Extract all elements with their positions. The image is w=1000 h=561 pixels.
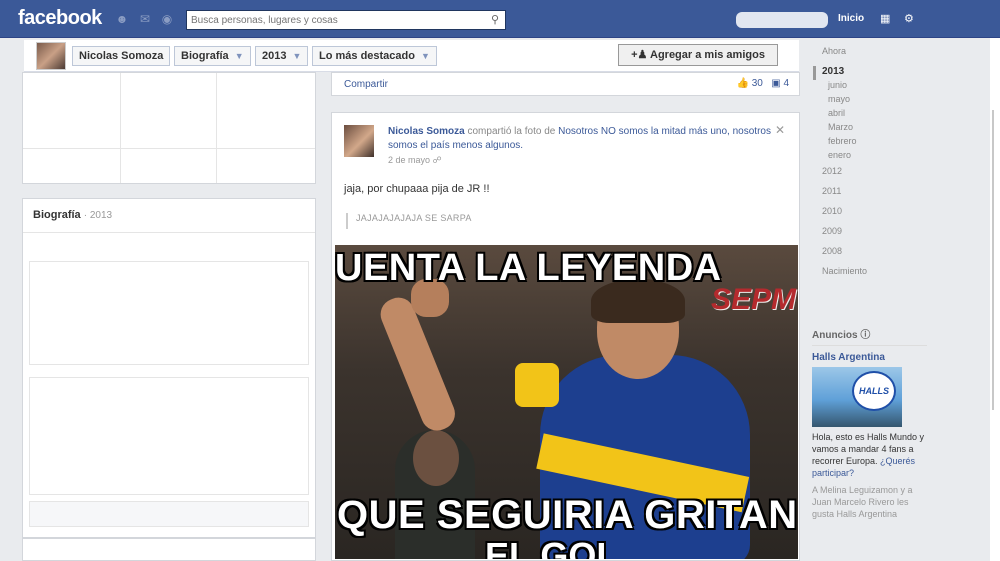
search-box: ⚲ [186, 10, 506, 30]
biography-section [29, 261, 309, 365]
meme-top-caption: UENTA LA LEYENDA [335, 247, 722, 289]
biography-header: Biografía · 2013 [23, 199, 315, 233]
messages-icon[interactable]: ✉ [138, 12, 152, 26]
timeline-month[interactable]: mayo [828, 94, 850, 104]
scrollbar[interactable] [992, 110, 994, 410]
friends-icon[interactable]: ▦ [880, 12, 890, 25]
left-column-box [22, 538, 316, 561]
author-avatar[interactable] [344, 125, 374, 157]
ad-social-context: A Melina Leguizamon y a Juan Marcelo Riv… [812, 485, 913, 519]
player-sleeve [515, 363, 559, 407]
add-friend-button[interactable]: +♟ Agregar a mis amigos [618, 44, 778, 66]
photo-watermark: SEPM [710, 283, 796, 316]
year-label: 2013 [262, 50, 287, 62]
profile-name: Nicolas Somoza [79, 50, 164, 62]
timeline-post: Nicolas Somoza compartió la foto de Noso… [331, 112, 800, 561]
add-friend-icon: +♟ [631, 49, 650, 61]
shared-photo[interactable]: SEPM UENTA LA LEYENDA QUE SEGUIRIA GRITA… [335, 245, 798, 559]
notifications-icon[interactable]: ◉ [160, 12, 174, 26]
meme-bottom-caption: QUE SEGUIRIA GRITANDO [337, 493, 798, 537]
timeline-item[interactable]: 2011 [822, 186, 841, 196]
biography-section [29, 501, 309, 527]
ads-title-label: Anuncios [812, 330, 858, 341]
timeline-item[interactable]: 2008 [822, 246, 842, 256]
top-navigation-bar: facebook ☻ ✉ ◉ ⚲ Inicio ▦ ⚙ [0, 0, 1000, 38]
background-head [413, 430, 459, 486]
timeline-item[interactable]: 2009 [822, 226, 842, 236]
biography-label: Biografía [181, 50, 229, 62]
search-input[interactable] [187, 11, 477, 29]
year-dropdown[interactable]: 2013 ▼ [255, 46, 309, 66]
comment-icon[interactable]: ▣ [771, 78, 780, 89]
previous-post-actions: Compartir 👍 30 ▣ 4 [331, 72, 800, 96]
photo-tile[interactable] [23, 73, 121, 149]
ad-body: Hola, esto es Halls Mundo y vamos a mand… [812, 431, 927, 479]
profile-name-button[interactable]: Nicolas Somoza [72, 46, 171, 66]
photo-tile[interactable] [121, 73, 217, 149]
chevron-down-icon: ▼ [234, 51, 244, 61]
search-icon[interactable]: ⚲ [491, 13, 499, 26]
ads-title: Anuncios ⓘ [812, 326, 927, 346]
ad-image[interactable]: HALLS [812, 367, 902, 427]
meme-bottom-caption-2: EL GOL [485, 535, 619, 559]
home-link[interactable]: Inicio [838, 13, 864, 24]
profile-name-redacted[interactable] [736, 12, 828, 28]
biography-section [29, 377, 309, 495]
post-counters: 👍 30 ▣ 4 [737, 78, 790, 89]
post-author[interactable]: Nicolas Somoza [388, 126, 465, 137]
timeline-item[interactable]: 2010 [822, 206, 842, 216]
close-icon[interactable]: ✕ [775, 123, 785, 137]
timeline-month[interactable]: Marzo [828, 122, 853, 132]
highlights-label: Lo más destacado [319, 50, 415, 62]
timeline-name-bar: Nicolas Somoza Biografía ▼ 2013 ▼ Lo más d… [24, 40, 799, 72]
post-header: Nicolas Somoza compartió la foto de Noso… [388, 125, 778, 153]
biography-title[interactable]: Biografía [33, 209, 81, 221]
add-friend-label: Agregar a mis amigos [650, 49, 765, 61]
timeline-item[interactable]: Nacimiento [822, 266, 867, 276]
photo-grid [22, 72, 316, 184]
biography-box: Biografía · 2013 [22, 198, 316, 538]
chevron-down-icon: ▼ [292, 51, 302, 61]
share-link[interactable]: Compartir [344, 79, 388, 90]
settings-gear-icon[interactable]: ⚙ [904, 12, 914, 25]
shared-quote: JAJAJAJAJAJA SE SARPA [346, 213, 472, 229]
photo-tile[interactable] [121, 149, 217, 183]
ads-info-icon[interactable]: ⓘ [860, 330, 870, 341]
current-year-marker [813, 66, 816, 80]
highlights-dropdown[interactable]: Lo más destacado ▼ [312, 46, 437, 66]
chevron-down-icon: ▼ [420, 51, 430, 61]
timeline-month[interactable]: junio [828, 80, 847, 90]
timeline-month[interactable]: enero [828, 150, 851, 160]
like-icon[interactable]: 👍 [737, 78, 749, 89]
post-date-label: 2 de mayo [388, 155, 431, 165]
facebook-logo[interactable]: facebook [18, 7, 102, 30]
biography-year: · 2013 [83, 210, 113, 221]
timeline-item-current[interactable]: 2013 [822, 66, 844, 77]
ad-advertiser[interactable]: Halls Argentina [812, 352, 927, 363]
audience-icon[interactable]: ☍ [433, 155, 442, 165]
photo-tile[interactable] [23, 149, 121, 183]
timeline-month[interactable]: abril [828, 108, 845, 118]
post-action: compartió la foto de [467, 126, 556, 137]
post-date[interactable]: 2 de mayo ☍ [388, 155, 442, 166]
halls-logo: HALLS [852, 371, 896, 411]
timeline-month[interactable]: febrero [828, 136, 857, 146]
photo-tile[interactable] [217, 73, 315, 149]
timeline-item[interactable]: Ahora [822, 46, 846, 56]
friend-requests-icon[interactable]: ☻ [115, 12, 129, 26]
biography-dropdown[interactable]: Biografía ▼ [174, 46, 251, 66]
like-count[interactable]: 30 [752, 78, 763, 89]
timeline-item[interactable]: 2012 [822, 166, 842, 176]
post-message: jaja, por chupaaa pija de JR !! [344, 183, 490, 195]
profile-avatar[interactable] [36, 42, 66, 70]
comment-count[interactable]: 4 [783, 78, 789, 89]
ads-panel: Anuncios ⓘ Halls Argentina HALLS Hola, e… [812, 326, 927, 520]
